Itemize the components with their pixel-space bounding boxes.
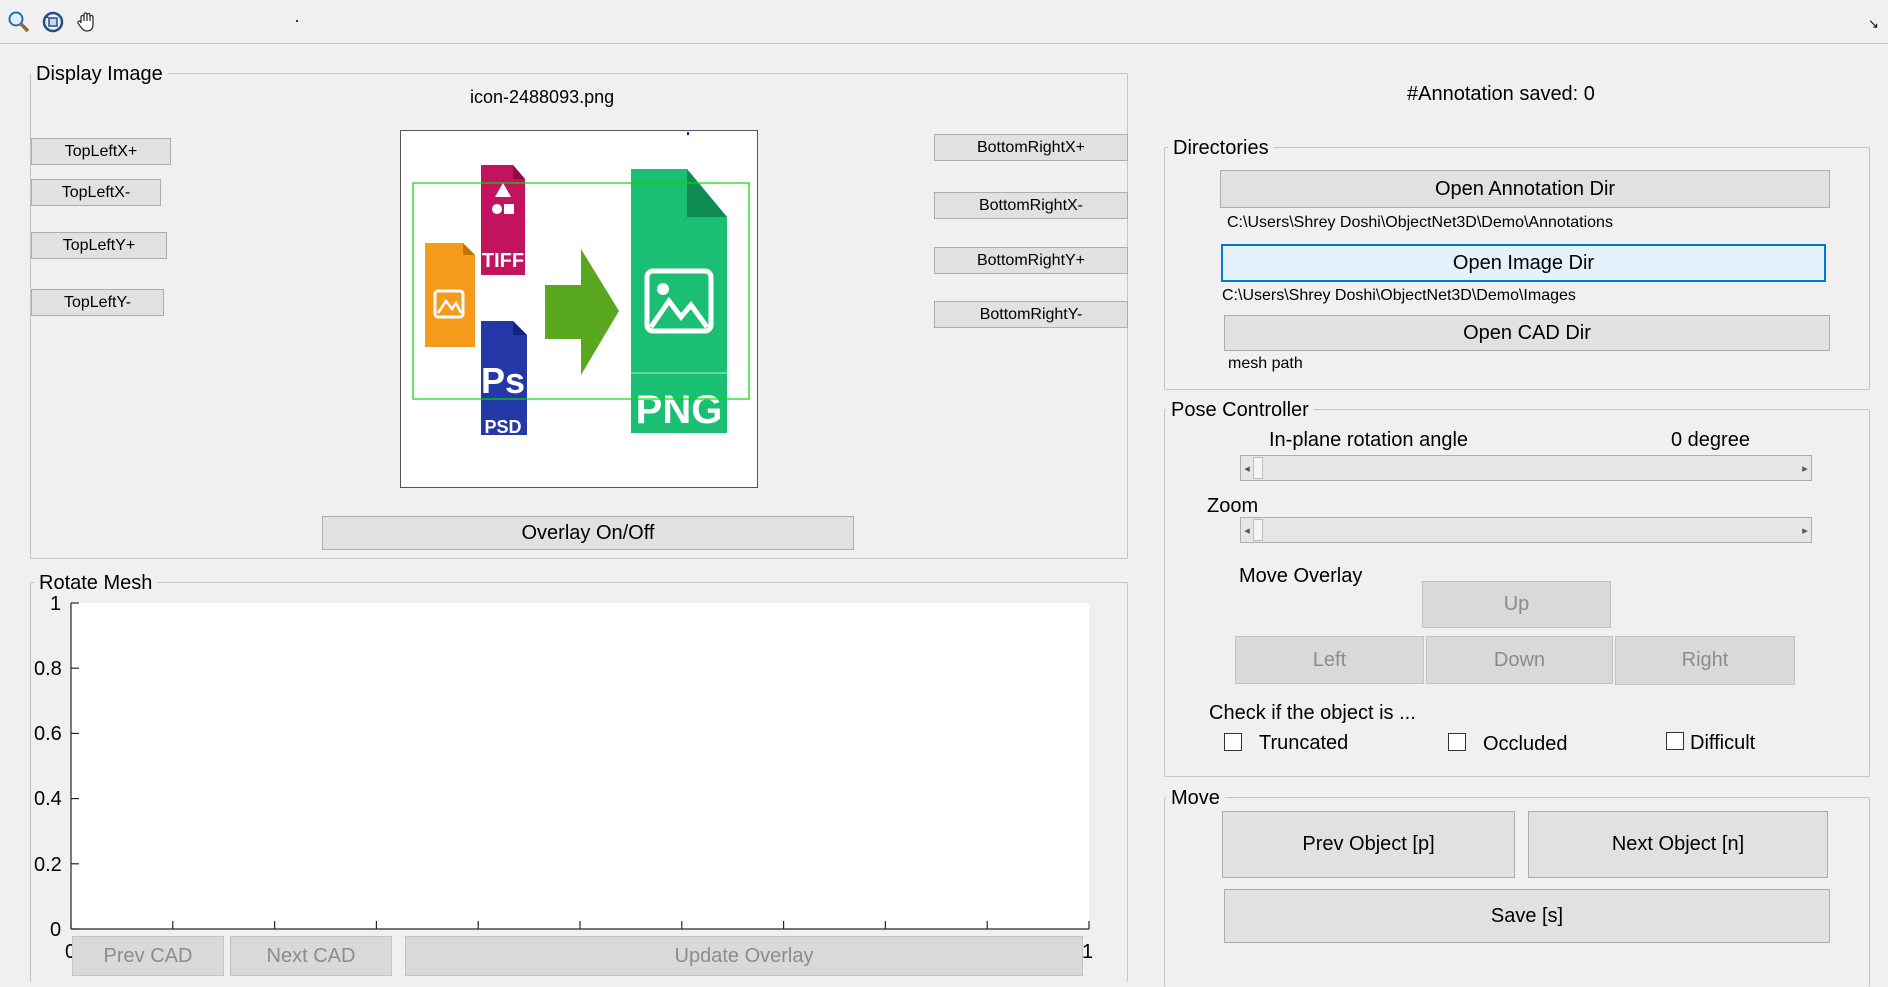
svg-text:JPG: JPG [430, 347, 468, 368]
slider-thumb[interactable] [1253, 519, 1263, 541]
rotation-angle-value: 0 degree [1671, 429, 1750, 451]
image-marker [687, 132, 689, 135]
slider-right-arrow-icon[interactable]: ▸ [1799, 456, 1811, 480]
pan-hand-icon[interactable] [74, 9, 100, 35]
bottomright-y-plus-button[interactable]: BottomRightY+ [934, 247, 1128, 274]
jpg-file-icon: JPG [425, 243, 475, 368]
x-tick-label: 1 [1082, 941, 1094, 963]
zoom-label: Zoom [1207, 495, 1259, 517]
open-annotation-dir-button[interactable]: Open Annotation Dir [1220, 170, 1830, 208]
zoom-slider[interactable]: ◂ ▸ [1240, 517, 1812, 543]
png-file-icon: PNG [631, 169, 727, 433]
directories-legend: Directories [1168, 137, 1274, 159]
slider-left-arrow-icon[interactable]: ◂ [1241, 518, 1253, 542]
y-tick-label: 0.2 [34, 854, 62, 876]
tiff-file-icon: TIFF [481, 165, 525, 275]
svg-text:PSD: PSD [484, 417, 521, 437]
slider-thumb[interactable] [1253, 457, 1263, 479]
open-image-dir-button[interactable]: Open Image Dir [1221, 244, 1826, 282]
y-tick-label: 0.4 [34, 788, 62, 810]
move-legend: Move [1166, 787, 1225, 809]
y-tick-label: 0 [50, 919, 62, 941]
annotation-dir-path: C:\Users\Shrey Doshi\ObjectNet3D\Demo\An… [1227, 214, 1613, 231]
svg-text:TIFF: TIFF [482, 250, 524, 272]
pose-controller-legend: Pose Controller [1166, 399, 1314, 421]
image-dir-path: C:\Users\Shrey Doshi\ObjectNet3D\Demo\Im… [1222, 287, 1576, 304]
image-content: TIFF JPG Ps PSD PNG [412, 132, 750, 437]
annotation-saved-status: #Annotation saved: 0 [1407, 83, 1595, 105]
y-tick-label: 0.8 [34, 658, 62, 680]
mesh-path-label: mesh path [1228, 355, 1303, 372]
display-image-legend: Display Image [31, 63, 168, 85]
open-cad-dir-button[interactable]: Open CAD Dir [1224, 315, 1830, 351]
toolbar-marker [296, 20, 298, 22]
mesh-axes-frame [70, 602, 1090, 930]
y-tick-label: 0.6 [34, 723, 62, 745]
svg-text:PNG: PNG [636, 388, 723, 432]
prev-object-button[interactable]: Prev Object [p] [1222, 811, 1515, 878]
overlay-toggle-button[interactable]: Overlay On/Off [322, 516, 854, 550]
truncated-checkbox[interactable] [1224, 733, 1242, 751]
y-tick-label: 1 [50, 593, 62, 615]
next-object-button[interactable]: Next Object [n] [1528, 811, 1828, 878]
zoom-in-icon[interactable] [6, 9, 32, 35]
rotate-mesh-legend: Rotate Mesh [34, 572, 158, 594]
rotate-3d-icon[interactable] [40, 9, 66, 35]
next-cad-button[interactable]: Next CAD [230, 936, 392, 976]
prev-cad-button[interactable]: Prev CAD [72, 936, 224, 976]
topleft-x-plus-button[interactable]: TopLeftX+ [31, 138, 171, 165]
move-up-button[interactable]: Up [1422, 581, 1611, 628]
truncated-label: Truncated [1259, 732, 1349, 754]
bottomright-x-minus-button[interactable]: BottomRightX- [934, 192, 1128, 219]
occluded-checkbox[interactable] [1448, 733, 1466, 751]
move-right-button[interactable]: Right [1615, 636, 1795, 685]
bottomright-x-plus-button[interactable]: BottomRightX+ [934, 134, 1128, 161]
difficult-checkbox[interactable] [1666, 732, 1684, 750]
image-axes[interactable]: TIFF JPG Ps PSD PNG [400, 130, 758, 488]
image-filename: icon-2488093.png [470, 87, 615, 107]
save-button[interactable]: Save [s] [1224, 889, 1830, 943]
undock-arrow-icon[interactable]: ↘ [1868, 16, 1879, 32]
rotation-angle-label: In-plane rotation angle [1269, 429, 1469, 451]
figure-toolbar: ↘ [0, 0, 1888, 44]
slider-left-arrow-icon[interactable]: ◂ [1241, 456, 1253, 480]
convert-arrow-icon [545, 249, 619, 375]
move-overlay-label: Move Overlay [1239, 565, 1363, 587]
update-overlay-button[interactable]: Update Overlay [405, 936, 1083, 976]
occluded-label: Occluded [1483, 733, 1568, 755]
bottomright-y-minus-button[interactable]: BottomRightY- [934, 301, 1128, 328]
svg-text:Ps: Ps [481, 360, 525, 401]
move-left-button[interactable]: Left [1235, 636, 1424, 684]
topleft-y-plus-button[interactable]: TopLeftY+ [31, 232, 167, 259]
slider-right-arrow-icon[interactable]: ▸ [1799, 518, 1811, 542]
topleft-y-minus-button[interactable]: TopLeftY- [31, 289, 164, 316]
psd-file-icon: Ps PSD [481, 321, 527, 437]
check-object-label: Check if the object is ... [1209, 702, 1416, 724]
rotation-slider[interactable]: ◂ ▸ [1240, 455, 1812, 481]
topleft-x-minus-button[interactable]: TopLeftX- [31, 179, 161, 206]
move-down-button[interactable]: Down [1426, 636, 1613, 684]
difficult-label: Difficult [1690, 732, 1756, 754]
